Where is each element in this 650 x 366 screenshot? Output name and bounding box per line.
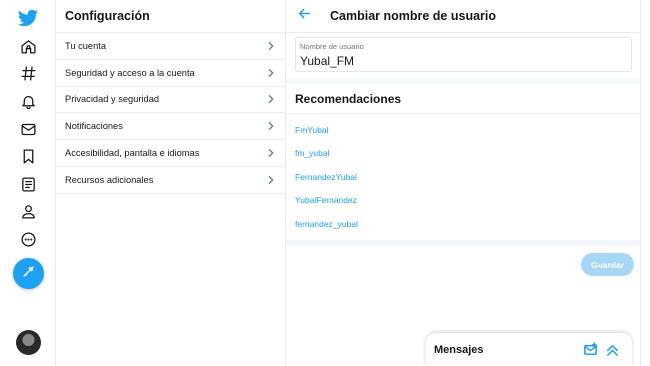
chevron-right-icon bbox=[266, 175, 276, 185]
more-icon[interactable] bbox=[14, 225, 42, 253]
arrow-left-icon bbox=[298, 7, 311, 25]
chevron-right-icon bbox=[266, 41, 276, 51]
messages-dock[interactable]: Mensajes bbox=[426, 333, 632, 366]
settings-item-label: Tu cuenta bbox=[65, 40, 107, 51]
save-button[interactable]: Guardar bbox=[581, 253, 634, 276]
settings-item-tu-cuenta[interactable]: Tu cuenta bbox=[56, 33, 285, 60]
new-message-icon[interactable] bbox=[583, 342, 598, 357]
panel-header: Cambiar nombre de usuario bbox=[286, 0, 640, 33]
compose-tweet-button[interactable] bbox=[13, 258, 44, 289]
twitter-settings-window: Configuración Tu cuenta Seguridad y acce… bbox=[0, 0, 650, 366]
settings-item-recursos[interactable]: Recursos adicionales bbox=[56, 167, 285, 194]
settings-item-notificaciones[interactable]: Notificaciones bbox=[56, 113, 285, 141]
settings-column: Configuración Tu cuenta Seguridad y acce… bbox=[56, 0, 286, 366]
settings-item-label: Privacidad y seguridad bbox=[65, 94, 160, 105]
section-separator bbox=[286, 240, 640, 246]
settings-item-label: Seguridad y acceso a la cuenta bbox=[65, 67, 195, 78]
recommendation-link[interactable]: FernandezYubal bbox=[295, 172, 357, 182]
compose-tweet-icon bbox=[21, 264, 36, 284]
settings-item-seguridad[interactable]: Seguridad y acceso a la cuenta bbox=[56, 60, 285, 87]
username-field[interactable]: Nombre de usuario bbox=[295, 37, 632, 72]
explore-hashtag-icon[interactable] bbox=[14, 59, 42, 87]
chevron-right-icon bbox=[266, 94, 276, 104]
recommendation-link[interactable]: FmYubal bbox=[295, 125, 329, 135]
settings-item-privacidad[interactable]: Privacidad y seguridad bbox=[56, 87, 285, 114]
username-field-label: Nombre de usuario bbox=[300, 42, 364, 51]
page-title: Cambiar nombre de usuario bbox=[330, 9, 497, 23]
recommendation-link[interactable]: YubalFernandez bbox=[295, 195, 357, 205]
username-input[interactable] bbox=[300, 54, 627, 68]
settings-item-label: Accesibilidad, pantalla e idiomas bbox=[65, 148, 200, 159]
recommendation-link[interactable]: fm_yubal bbox=[295, 148, 330, 158]
divider bbox=[286, 113, 640, 114]
bookmarks-icon[interactable] bbox=[14, 142, 42, 170]
messages-mail-icon[interactable] bbox=[14, 115, 42, 143]
settings-item-label: Recursos adicionales bbox=[65, 174, 154, 185]
home-icon[interactable] bbox=[14, 32, 42, 60]
lists-icon[interactable] bbox=[14, 170, 42, 198]
chevron-right-icon bbox=[266, 148, 276, 158]
back-button[interactable] bbox=[286, 0, 322, 33]
chevron-right-icon bbox=[266, 121, 276, 131]
chevron-right-icon bbox=[266, 68, 276, 78]
user-avatar[interactable] bbox=[16, 330, 41, 355]
recommendation-link[interactable]: fernandez_yubal bbox=[295, 219, 358, 229]
recommendations-title: Recomendaciones bbox=[295, 92, 402, 106]
chevron-up-double-icon[interactable] bbox=[605, 342, 620, 357]
settings-item-accesibilidad[interactable]: Accesibilidad, pantalla e idiomas bbox=[56, 140, 285, 167]
change-username-panel: Cambiar nombre de usuario Nombre de usua… bbox=[286, 0, 641, 366]
messages-dock-title: Mensajes bbox=[434, 344, 484, 356]
settings-title: Configuración bbox=[56, 0, 285, 33]
settings-item-label: Notificaciones bbox=[65, 121, 123, 132]
twitter-logo-icon[interactable] bbox=[14, 4, 42, 32]
section-separator bbox=[286, 78, 640, 84]
left-nav-rail bbox=[0, 0, 56, 366]
notifications-bell-icon[interactable] bbox=[14, 87, 42, 115]
profile-icon[interactable] bbox=[14, 197, 42, 225]
